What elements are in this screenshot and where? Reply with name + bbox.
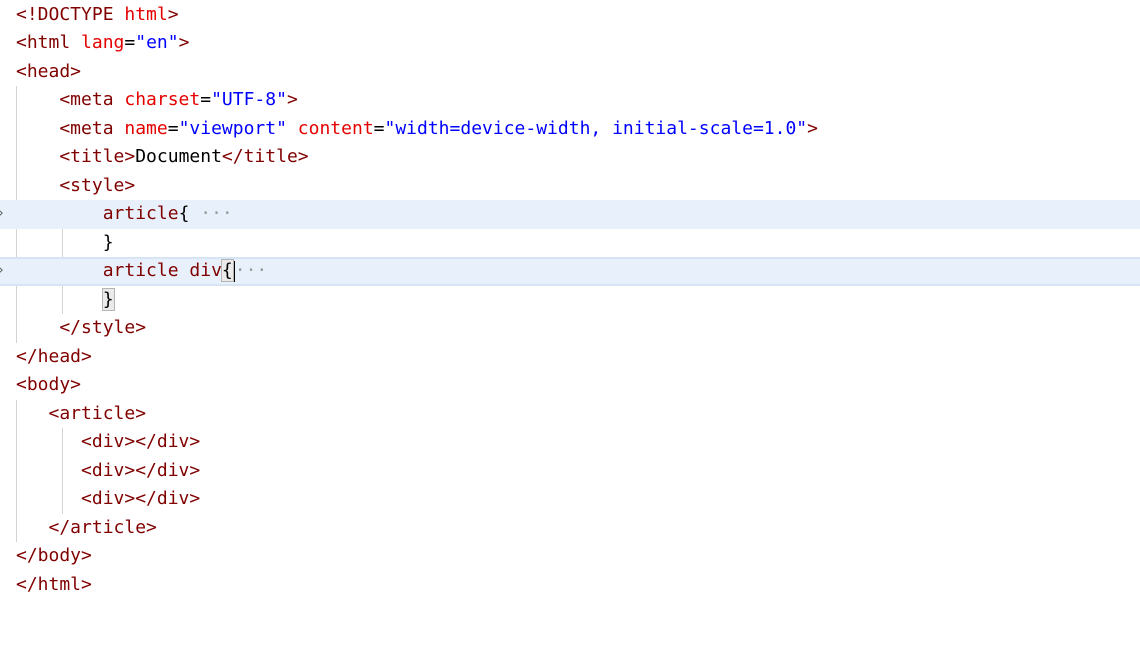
code-token: "viewport": [178, 117, 287, 139]
code-token: =: [167, 117, 179, 139]
code-token: <title>: [16, 146, 136, 167]
code-token: >: [286, 89, 298, 110]
code-token: =: [373, 117, 385, 139]
code-editor[interactable]: <!DOCTYPE html> <html lang="en"> <head> <m…: [0, 0, 1140, 671]
code-line[interactable]: <body>: [0, 371, 1140, 400]
code-line[interactable]: }: [0, 229, 1140, 258]
code-text: <div></div>: [16, 428, 200, 457]
code-text: <div></div>: [16, 457, 200, 486]
code-token: </article>: [16, 516, 157, 538]
code-text: <meta name="viewport" content="width=dev…: [16, 115, 818, 144]
code-line[interactable]: </body>: [0, 542, 1140, 571]
folded-region-ellipsis[interactable]: ···: [189, 203, 233, 224]
code-text: <meta charset="UTF-8">: [16, 86, 298, 115]
code-token: "width=device-width, initial-scale=1.0": [384, 117, 808, 139]
code-token: <style>: [16, 174, 136, 196]
code-token: article: [16, 203, 179, 224]
code-token: <head>: [16, 60, 82, 82]
code-token: <body>: [16, 374, 82, 395]
code-token: }: [16, 231, 114, 253]
code-line[interactable]: <style>: [0, 172, 1140, 201]
code-line[interactable]: <article>: [0, 400, 1140, 429]
code-token: <div></div>: [16, 431, 201, 452]
code-line[interactable]: </head>: [0, 343, 1140, 372]
code-token: lang: [81, 32, 125, 53]
code-line[interactable]: </article>: [0, 514, 1140, 543]
code-token: </html>: [16, 573, 92, 595]
code-token: <article>: [16, 402, 147, 424]
code-token: <div></div>: [16, 488, 201, 509]
code-token: {: [220, 259, 234, 282]
code-token: name: [124, 117, 168, 139]
code-token: <div></div>: [16, 459, 201, 481]
code-token: <html: [16, 32, 82, 53]
code-line[interactable]: › article div{···: [0, 257, 1140, 286]
code-line[interactable]: <html lang="en">: [0, 29, 1140, 58]
code-text: <div></div>: [16, 485, 200, 514]
code-token: <!DOCTYPE: [16, 3, 125, 25]
code-text: </article>: [16, 514, 157, 543]
code-token: =: [124, 32, 136, 53]
code-token: }: [101, 287, 115, 311]
code-token: >: [167, 3, 179, 25]
code-line[interactable]: <!DOCTYPE html>: [0, 1, 1140, 30]
code-text: article{ ···: [16, 200, 233, 229]
code-text: }: [16, 229, 114, 258]
code-token: content: [297, 117, 374, 139]
code-token: article div: [16, 260, 222, 281]
code-line[interactable]: </style>: [0, 314, 1140, 343]
code-token: charset: [124, 89, 201, 110]
code-line[interactable]: <meta charset="UTF-8">: [0, 86, 1140, 115]
folded-region-ellipsis[interactable]: ···: [235, 260, 268, 281]
code-token: "en": [135, 32, 179, 53]
code-token: Document: [135, 146, 222, 167]
fold-chevron-icon[interactable]: ›: [0, 200, 7, 229]
code-token: <meta: [16, 117, 125, 139]
code-line[interactable]: <meta name="viewport" content="width=dev…: [0, 115, 1140, 144]
code-text: </style>: [16, 314, 146, 343]
code-text: article div{···: [16, 259, 267, 284]
code-token: <meta: [16, 89, 125, 110]
code-token: >: [178, 32, 190, 53]
code-line[interactable]: </html>: [0, 571, 1140, 600]
code-text: <style>: [16, 172, 135, 201]
code-token: </head>: [16, 345, 92, 367]
code-token: >: [807, 117, 818, 139]
code-text: <body>: [16, 371, 81, 400]
code-line[interactable]: }: [0, 286, 1140, 315]
fold-chevron-icon[interactable]: ›: [0, 259, 7, 284]
code-line[interactable]: <head>: [0, 58, 1140, 87]
code-text: <title>Document</title>: [16, 143, 309, 172]
code-line[interactable]: <div></div>: [0, 485, 1140, 514]
code-token: {: [178, 203, 190, 224]
code-text: </html>: [16, 571, 92, 600]
code-line[interactable]: <title>Document</title>: [0, 143, 1140, 172]
code-text: </head>: [16, 343, 92, 372]
code-text: <head>: [16, 58, 81, 87]
code-token: html: [124, 3, 168, 25]
code-token: </body>: [16, 545, 92, 566]
code-text: <article>: [16, 400, 147, 429]
code-text: <html lang="en">: [16, 29, 189, 58]
code-token: </style>: [16, 317, 147, 338]
code-line[interactable]: <div></div>: [0, 457, 1140, 486]
code-text: <!DOCTYPE html>: [16, 1, 179, 30]
code-line[interactable]: › article{ ···: [0, 200, 1140, 229]
code-text: </body>: [16, 542, 92, 571]
code-token: =: [200, 89, 212, 110]
code-token: "UTF-8": [211, 89, 287, 110]
code-token: </title>: [221, 146, 309, 167]
code-line[interactable]: <div></div>: [0, 428, 1140, 457]
code-text: }: [16, 286, 115, 315]
